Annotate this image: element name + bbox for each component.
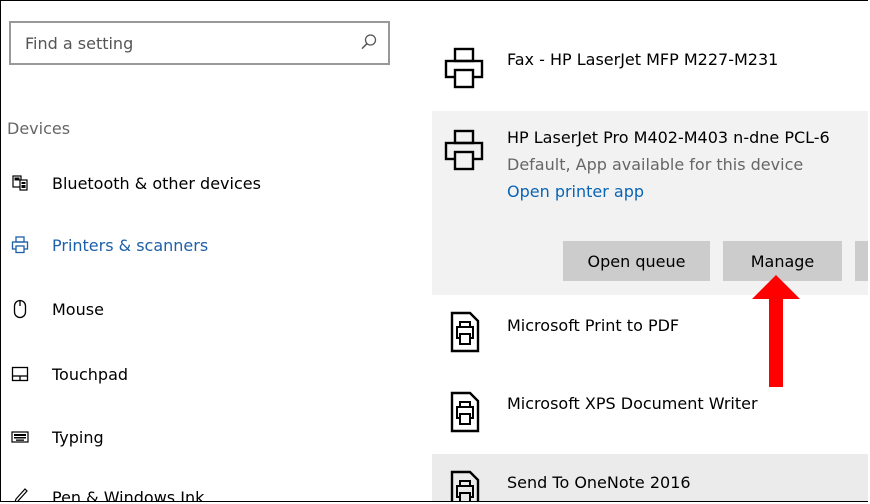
printer-item-hp-laserjet[interactable]: HP LaserJet Pro M402-M403 n-dne PCL-6 De… [432,111,868,295]
annotation-arrow-icon [752,275,800,387]
printer-icon [444,47,484,89]
open-queue-button[interactable]: Open queue [563,241,710,281]
sidebar-item-bluetooth[interactable]: Bluetooth & other devices [1,163,401,203]
sidebar-item-label: Typing [52,427,104,447]
remove-device-button[interactable] [855,241,868,281]
sidebar-item-label: Printers & scanners [52,235,209,255]
document-printer-icon [450,311,480,353]
open-printer-app-link[interactable]: Open printer app [507,182,644,201]
printer-status: Default, App available for this device [507,155,804,174]
printer-item-onenote[interactable]: Send To OneNote 2016 [432,454,868,501]
printer-name: Fax - HP LaserJet MFP M227-M231 [507,50,779,69]
sidebar-item-label: Pen & Windows Ink [52,487,205,502]
printer-icon [444,129,484,171]
sidebar-item-pen[interactable]: Pen & Windows Ink [1,477,401,502]
printer-item-ms-pdf[interactable]: Microsoft Print to PDF [432,295,868,371]
printer-name: Microsoft Print to PDF [507,316,680,335]
mouse-icon [9,298,31,320]
search-input[interactable] [25,31,345,55]
sidebar-item-mouse[interactable]: Mouse [1,289,401,329]
settings-window: Devices Bluetooth & other devices Printe… [0,0,868,502]
keyboard-icon [9,426,31,448]
sidebar-item-label: Touchpad [52,364,129,384]
document-printer-icon [450,470,480,501]
sidebar-item-printers[interactable]: Printers & scanners [1,225,401,265]
search-box[interactable] [9,21,390,65]
bluetooth-devices-icon [9,172,31,194]
printer-name: Send To OneNote 2016 [507,473,691,492]
printer-item-ms-xps[interactable]: Microsoft XPS Document Writer [432,371,868,451]
printer-item-fax[interactable]: Fax - HP LaserJet MFP M227-M231 [432,29,868,107]
sidebar-item-touchpad[interactable]: Touchpad [1,354,401,394]
document-printer-icon [450,391,480,433]
printer-name: HP LaserJet Pro M402-M403 n-dne PCL-6 [507,128,830,147]
touchpad-icon [9,363,31,385]
sidebar-item-label: Bluetooth & other devices [52,173,261,193]
sidebar-item-label: Mouse [52,299,104,319]
pen-icon [9,486,31,501]
search-icon[interactable] [360,33,378,51]
section-heading-devices: Devices [7,119,71,138]
sidebar-item-typing[interactable]: Typing [1,417,401,457]
printer-icon [9,234,31,256]
printer-name: Microsoft XPS Document Writer [507,394,758,413]
